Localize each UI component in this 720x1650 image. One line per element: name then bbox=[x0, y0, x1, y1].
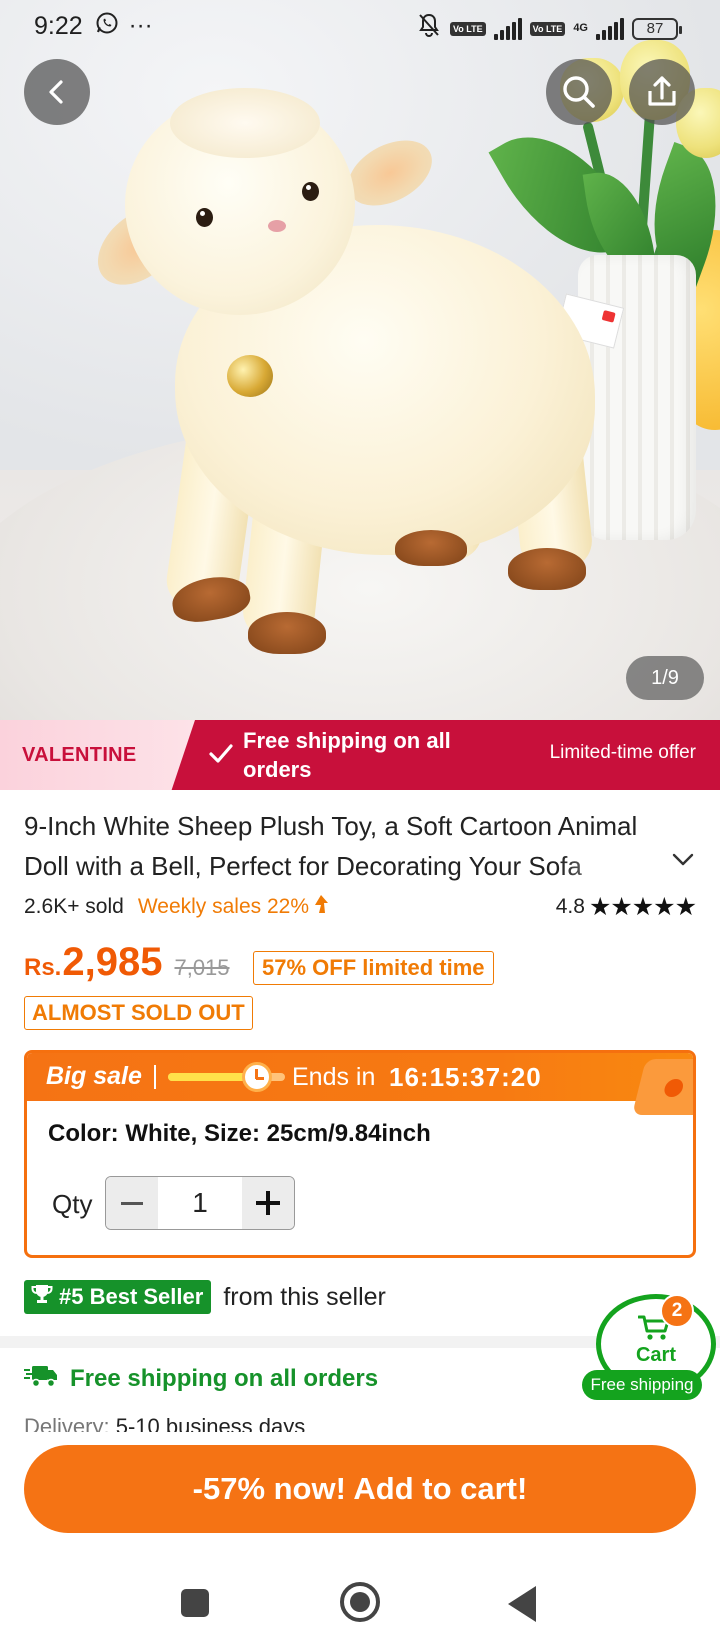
clock-icon bbox=[242, 1062, 272, 1092]
search-icon bbox=[560, 73, 598, 111]
minus-icon bbox=[121, 1201, 143, 1205]
quantity-stepper: 1 bbox=[105, 1176, 295, 1230]
mute-icon bbox=[416, 12, 442, 45]
product-page: 1/9 9:22 ··· Vo LTE Vo LTE 4G 87 VALENTI… bbox=[0, 0, 720, 1650]
sale-progress-fill bbox=[168, 1073, 253, 1081]
network-type: 4G bbox=[573, 22, 588, 34]
share-icon bbox=[644, 74, 680, 110]
price-currency: Rs. bbox=[24, 954, 62, 981]
stock-badge: ALMOST SOLD OUT bbox=[24, 996, 253, 1030]
promo-message: Free shipping on all orders bbox=[243, 728, 451, 782]
add-to-cart-button[interactable]: -57% now! Add to cart! bbox=[24, 1445, 696, 1533]
big-sale-label: Big sale bbox=[46, 1062, 142, 1090]
decrease-qty-button[interactable] bbox=[106, 1177, 158, 1229]
shipping-row[interactable]: Free shipping on all orders bbox=[24, 1362, 378, 1396]
best-seller-badge: #5 Best Seller bbox=[24, 1280, 212, 1314]
back-button[interactable] bbox=[24, 59, 90, 125]
countdown-timer: 16:15:37:20 bbox=[389, 1062, 542, 1092]
trophy-icon bbox=[31, 1283, 53, 1311]
volte-icon: Vo LTE bbox=[449, 21, 486, 36]
quantity-value[interactable]: 1 bbox=[158, 1177, 242, 1229]
floating-cart-button[interactable]: Cart 2 Free shipping bbox=[582, 1294, 720, 1404]
sale-box: Big sale Ends in 16:15:37:20 Color: Whit… bbox=[24, 1050, 696, 1258]
cart-free-shipping: Free shipping bbox=[582, 1370, 702, 1400]
check-icon bbox=[208, 742, 234, 771]
best-seller-row[interactable]: #5 Best Seller from this seller bbox=[24, 1280, 386, 1314]
original-price: 7,015 bbox=[174, 955, 230, 980]
clock: 9:22 bbox=[34, 11, 83, 40]
chevron-down-icon bbox=[672, 853, 694, 871]
recents-button[interactable] bbox=[181, 1589, 209, 1617]
whatsapp-icon bbox=[95, 11, 119, 42]
product-stats: 2.6K+ sold Weekly sales 22% 4.8 ★★★★★ bbox=[24, 892, 697, 922]
chevron-left-icon bbox=[42, 77, 72, 107]
system-back-button[interactable] bbox=[508, 1586, 536, 1622]
price-value: 2,985 bbox=[62, 940, 163, 984]
discount-badge: 57% OFF limited time bbox=[253, 951, 494, 985]
overflow-icon: ··· bbox=[128, 12, 153, 39]
weekly-sales: Weekly sales 22% bbox=[137, 895, 310, 918]
expand-title-button[interactable] bbox=[672, 853, 694, 872]
volte-icon-2: Vo LTE bbox=[529, 21, 566, 36]
trend-up-icon bbox=[313, 894, 329, 920]
ends-in-label: Ends in bbox=[292, 1063, 376, 1091]
qty-label: Qty bbox=[52, 1189, 93, 1219]
rating[interactable]: 4.8 ★★★★★ bbox=[555, 892, 697, 922]
cart-label: Cart bbox=[635, 1344, 676, 1366]
best-seller-from: from this seller bbox=[223, 1282, 386, 1311]
battery-icon: 87 bbox=[632, 17, 682, 40]
best-seller-text: #5 Best Seller bbox=[59, 1284, 204, 1309]
delivery-label: Delivery: bbox=[24, 1414, 110, 1432]
star-rating-icon: ★★★★★ bbox=[588, 893, 697, 921]
delivery-info: Delivery: 5-10 business days bbox=[24, 1414, 305, 1432]
image-page-indicator: 1/9 bbox=[626, 656, 704, 700]
share-button[interactable] bbox=[629, 59, 695, 125]
valentine-tag: VALENTINE bbox=[0, 720, 195, 790]
delivery-value: 5-10 business days bbox=[115, 1414, 306, 1432]
shipping-title: Free shipping on all orders bbox=[70, 1365, 379, 1392]
sold-count: 2.6K+ sold bbox=[24, 895, 124, 918]
cart-count-badge: 2 bbox=[660, 1294, 694, 1328]
promo-banner[interactable]: VALENTINE Free shipping on all orders Li… bbox=[0, 720, 720, 790]
increase-qty-button[interactable] bbox=[242, 1177, 294, 1229]
home-button[interactable] bbox=[340, 1582, 380, 1622]
sale-header: Big sale Ends in 16:15:37:20 bbox=[27, 1053, 693, 1115]
signal-icon bbox=[493, 17, 522, 40]
variant-selector[interactable]: Color: White, Size: 25cm/9.84inch bbox=[48, 1120, 431, 1148]
truck-icon bbox=[24, 1363, 58, 1396]
status-bar: 9:22 ··· Vo LTE Vo LTE 4G 87 bbox=[0, 0, 720, 52]
rating-value: 4.8 bbox=[555, 895, 585, 918]
signal-icon-2 bbox=[596, 17, 624, 40]
price-row: Rs. 2,985 7,015 bbox=[24, 940, 230, 990]
search-button[interactable] bbox=[546, 59, 612, 125]
promo-limited: Limited-time offer bbox=[549, 742, 696, 763]
product-image[interactable]: 1/9 bbox=[0, 0, 720, 720]
